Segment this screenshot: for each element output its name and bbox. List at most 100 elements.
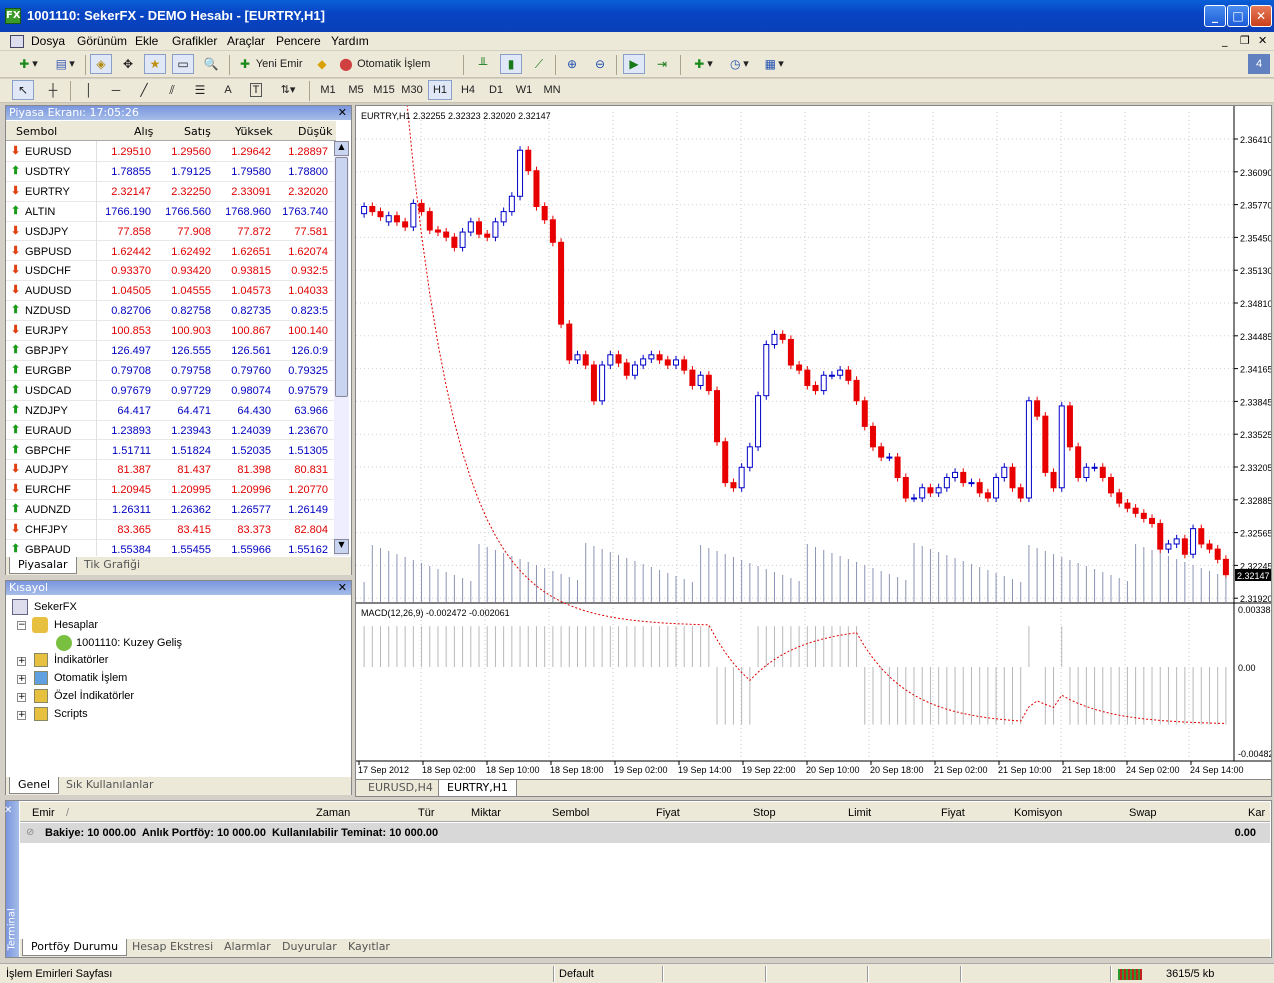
indicators-list-icon[interactable]: ✚ ▾ — [686, 54, 718, 74]
profiles-icon[interactable]: ▤ ▾ — [48, 54, 80, 74]
close-button[interactable]: ✕ — [1250, 5, 1272, 27]
menu-tools[interactable]: Araçlar — [227, 34, 265, 48]
market-row[interactable]: ⬇ CHFJPY 83.365 83.415 83.373 82.804 — [6, 520, 336, 540]
zoom-out-icon[interactable]: ⊖ — [589, 54, 611, 74]
market-watch-close-icon[interactable]: ✕ — [338, 106, 347, 119]
maximize-button[interactable]: □ — [1227, 5, 1249, 27]
navigator-close-icon[interactable]: ✕ — [338, 581, 347, 594]
strategy-tester-icon[interactable]: 🔍 — [200, 54, 222, 74]
tab-eurusd-h4[interactable]: EURUSD,H4 — [360, 780, 441, 797]
market-row[interactable]: ⬇ EURTRY 2.32147 2.32250 2.33091 2.32020 — [6, 182, 336, 202]
chart-canvas[interactable]: 2.36410 2.36090 2.35770 2.35450 2.35130 2.348… — [356, 106, 1271, 796]
market-row[interactable]: ⬆ NZDJPY 64.417 64.471 64.430 63.966 — [6, 401, 336, 421]
market-row[interactable]: ⬇ AUDUSD 1.04505 1.04555 1.04573 1.04033 — [6, 281, 336, 302]
menu-charts[interactable]: Grafikler — [172, 34, 217, 48]
market-row[interactable]: ⬆ ALTIN 1766.190 1766.560 1768.960 1763.740 — [6, 202, 336, 222]
market-row[interactable]: ⬇ EURJPY 100.853 100.903 100.867 100.140 — [6, 321, 336, 341]
col-swap[interactable]: Swap — [1129, 807, 1157, 819]
col-symbol[interactable]: Sembol — [16, 125, 57, 138]
col-bid[interactable]: Alış — [134, 125, 153, 138]
col-stop[interactable]: Stop — [753, 807, 776, 819]
market-row[interactable]: ⬇ AUDJPY 81.387 81.437 81.398 80.831 — [6, 460, 336, 481]
market-row[interactable]: ⬆ USDTRY 1.78855 1.79125 1.79580 1.78800 — [6, 162, 336, 182]
notifications-icon[interactable]: 4 — [1248, 54, 1270, 74]
col-order[interactable]: Emir — [32, 807, 55, 819]
mdi-close-icon[interactable]: ✕ — [1258, 34, 1267, 47]
new-chart-icon[interactable]: ✚ ▾ — [10, 54, 44, 74]
tab-news[interactable]: Duyurular — [274, 939, 345, 956]
tab-journal[interactable]: Kayıtlar — [340, 939, 398, 956]
market-row[interactable]: ⬇ EURUSD 1.29510 1.29560 1.29642 1.28897 — [6, 142, 336, 162]
balance-row[interactable]: ⊘ Bakiye: 10 000.00 Anlık Portföy: 10 00… — [20, 823, 1270, 843]
terminal-icon[interactable]: ▭ — [172, 54, 194, 74]
market-row[interactable]: ⬆ GBPJPY 126.497 126.555 126.561 126.0:9 — [6, 341, 336, 361]
col-price[interactable]: Fiyat — [656, 807, 680, 819]
timeframe-mn[interactable]: MN — [540, 80, 564, 100]
timeframe-h1[interactable]: H1 — [428, 80, 452, 100]
templates-icon[interactable]: ▦ ▾ — [757, 54, 789, 74]
tab-favorites[interactable]: Sık Kullanılanlar — [58, 777, 162, 794]
expand-icon[interactable]: + — [17, 693, 26, 702]
new-order-button[interactable]: ✚ Yeni Emir — [236, 54, 308, 74]
timeframe-w1[interactable]: W1 — [512, 80, 536, 100]
col-price2[interactable]: Fiyat — [941, 807, 965, 819]
trendline-icon[interactable]: ╱ — [133, 80, 155, 100]
col-commission[interactable]: Komisyon — [1014, 807, 1062, 819]
vertical-line-icon[interactable]: │ — [78, 80, 100, 100]
candlestick-icon[interactable]: ▮ — [500, 54, 522, 74]
minimize-button[interactable]: _ — [1204, 5, 1226, 27]
tab-general[interactable]: Genel — [9, 777, 60, 794]
tab-markets[interactable]: Piyasalar — [9, 557, 77, 574]
market-row[interactable]: ⬆ USDCAD 0.97679 0.97729 0.98074 0.97579 — [6, 381, 336, 401]
menu-insert[interactable]: Ekle — [135, 34, 158, 48]
timeframe-m15[interactable]: M15 — [372, 80, 396, 100]
horizontal-line-icon[interactable]: ─ — [105, 80, 127, 100]
market-row[interactable]: ⬇ GBPUSD 1.62442 1.62492 1.62651 1.62074 — [6, 242, 336, 262]
market-watch-scrollbar[interactable]: ▲ ▼ — [334, 141, 349, 556]
col-symbol-term[interactable]: Sembol — [552, 807, 589, 819]
menu-window[interactable]: Pencere — [276, 34, 321, 48]
document-icon[interactable] — [10, 35, 24, 48]
market-row[interactable]: ⬇ USDCHF 0.93370 0.93420 0.93815 0.932:5 — [6, 261, 336, 282]
market-row[interactable]: ⬆ NZDUSD 0.82706 0.82758 0.82735 0.823:5 — [6, 301, 336, 322]
navigator-icon[interactable]: ★ — [144, 54, 166, 74]
data-window-icon[interactable]: ✥ — [117, 54, 139, 74]
mdi-minimize-icon[interactable]: _ — [1222, 34, 1228, 47]
tab-account-history[interactable]: Hesap Ekstresi — [124, 939, 221, 956]
market-row[interactable]: ⬆ EURAUD 1.23893 1.23943 1.24039 1.23670 — [6, 421, 336, 441]
col-volume[interactable]: Miktar — [471, 807, 501, 819]
market-row[interactable]: ⬇ EURCHF 1.20945 1.20995 1.20996 1.20770 — [6, 480, 336, 501]
collapse-icon[interactable]: − — [17, 621, 26, 630]
chart-window[interactable]: 2.36410 2.36090 2.35770 2.35450 2.35130 2.348… — [355, 105, 1272, 797]
zoom-in-icon[interactable]: ⊕ — [561, 54, 583, 74]
col-profit[interactable]: Kar — [1248, 807, 1265, 819]
mdi-restore-icon[interactable]: ❐ — [1240, 34, 1250, 47]
timeframe-d1[interactable]: D1 — [484, 80, 508, 100]
periods-clock-icon[interactable]: ◷ ▾ — [722, 54, 754, 74]
col-high[interactable]: Yüksek — [235, 125, 273, 138]
timeframe-h4[interactable]: H4 — [456, 80, 480, 100]
chart-shift-icon[interactable]: ⇥ — [651, 54, 673, 74]
cursor-icon[interactable]: ↖ — [12, 80, 34, 100]
market-watch-icon[interactable]: ◈ — [90, 54, 112, 74]
timeframe-m30[interactable]: M30 — [400, 80, 424, 100]
col-ask[interactable]: Satış — [184, 125, 211, 138]
expert-advisor-icon[interactable]: ◆ — [311, 54, 333, 74]
menu-help[interactable]: Yardım — [331, 34, 369, 48]
bar-chart-icon[interactable]: ╨ — [472, 54, 494, 74]
market-row[interactable]: ⬆ AUDNZD 1.26311 1.26362 1.26577 1.26149 — [6, 500, 336, 521]
equidistant-channel-icon[interactable]: ⫽ — [161, 80, 183, 100]
text-label-icon[interactable]: T — [245, 80, 267, 100]
tab-alerts[interactable]: Alarmlar — [216, 939, 279, 956]
expand-icon[interactable]: + — [17, 711, 26, 720]
col-time[interactable]: Zaman — [316, 807, 350, 819]
timeframe-m1[interactable]: M1 — [316, 80, 340, 100]
autoscroll-icon[interactable]: ▶ — [623, 54, 645, 74]
auto-trading-button[interactable]: ⬤ Otomatik İşlem — [337, 54, 439, 74]
arrows-icon[interactable]: ⇅▾ — [274, 80, 302, 100]
market-row[interactable]: ⬇ USDJPY 77.858 77.908 77.872 77.581 — [6, 222, 336, 242]
tab-eurtry-h1[interactable]: EURTRY,H1 — [438, 780, 517, 797]
text-tool-icon[interactable]: A — [217, 80, 239, 100]
expand-icon[interactable]: + — [17, 657, 26, 666]
expand-icon[interactable]: + — [17, 675, 26, 684]
